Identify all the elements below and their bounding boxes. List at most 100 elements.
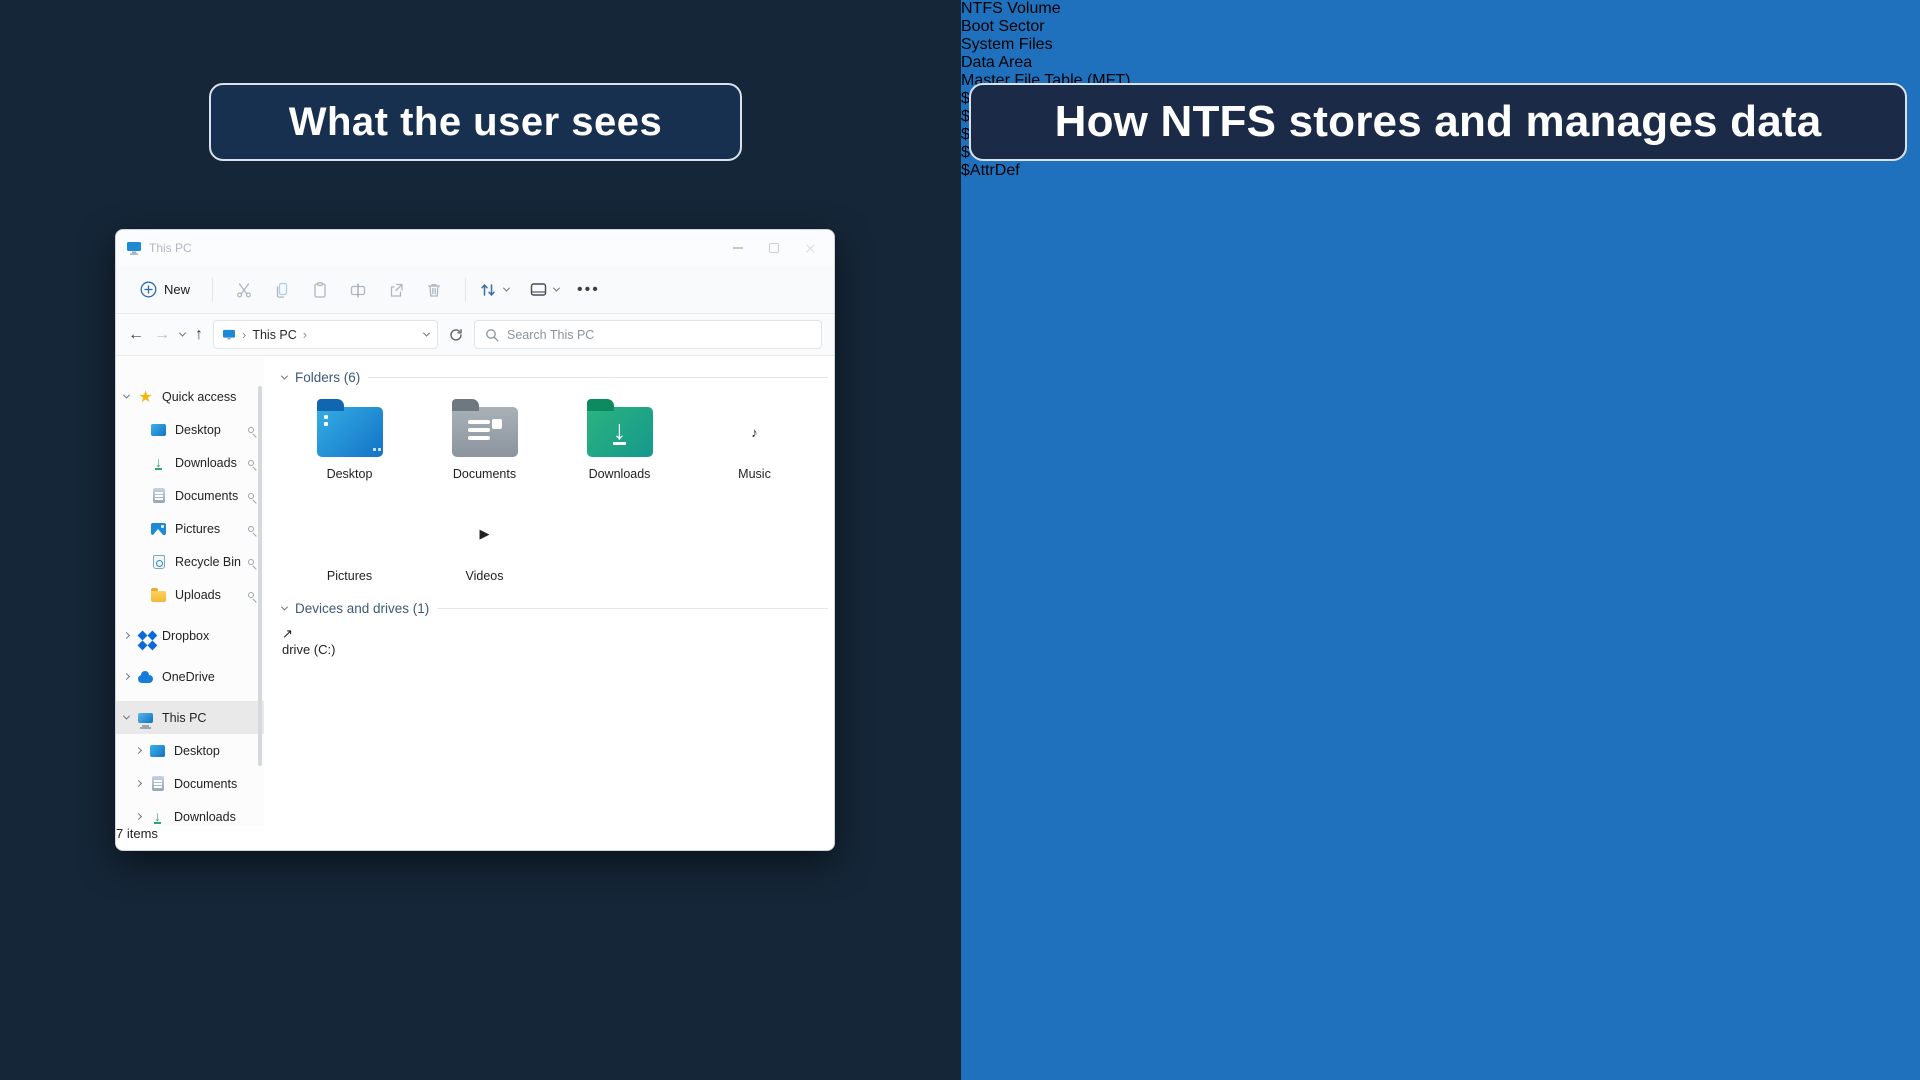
chevron-right-icon[interactable] xyxy=(135,780,142,787)
system-files-box: System Files xyxy=(961,36,1161,54)
view-button[interactable] xyxy=(529,281,559,298)
address-bar: ← → ↑ › This PC › xyxy=(116,314,834,356)
file-explorer-window: This PC New xyxy=(115,229,835,851)
this-pc-icon xyxy=(222,329,236,341)
up-icon[interactable]: ↑ xyxy=(195,327,203,343)
drives-group-label: Devices and drives (1) xyxy=(295,601,429,616)
search-input[interactable]: Search This PC xyxy=(474,320,822,349)
breadcrumb[interactable]: This PC xyxy=(252,328,296,342)
right-title-text: How NTFS stores and manages data xyxy=(1055,97,1822,147)
new-button[interactable]: New xyxy=(130,275,200,304)
sidebar-item-uploads[interactable]: Uploads xyxy=(116,578,264,611)
sidebar-item-pictures[interactable]: Pictures xyxy=(116,512,264,545)
pin-icon xyxy=(248,592,254,598)
downloads-icon: ↓ xyxy=(149,808,166,825)
chevron-right-icon[interactable] xyxy=(123,673,130,680)
recycle-bin-icon xyxy=(150,553,167,570)
folder-tile-desktop[interactable]: Desktop xyxy=(282,395,417,481)
sidebar-item-downloads[interactable]: ↓ Downloads xyxy=(116,446,264,479)
music-folder-icon: ♪ xyxy=(722,407,788,457)
breadcrumb-chevron: › xyxy=(242,327,246,342)
data-area-box: Data Area xyxy=(961,54,1159,72)
pictures-icon xyxy=(150,520,167,537)
drives-group-header[interactable]: Devices and drives (1) xyxy=(282,601,835,616)
chevron-down-icon[interactable] xyxy=(281,604,288,611)
sidebar-item-this-pc-documents[interactable]: Documents xyxy=(116,767,264,800)
right-panel: How NTFS stores and manages data NTFS Vo… xyxy=(961,0,1920,1080)
sidebar-item-this-pc-downloads[interactable]: ↓ Downloads xyxy=(116,800,264,833)
forward-icon[interactable]: → xyxy=(154,327,170,343)
right-title: How NTFS stores and manages data xyxy=(969,83,1907,161)
window-title: This PC xyxy=(149,241,192,255)
folder-tile-videos[interactable]: ▶ Videos xyxy=(417,497,552,583)
more-options-icon[interactable]: ••• xyxy=(577,281,600,299)
documents-icon xyxy=(149,775,166,792)
sort-icon xyxy=(478,281,498,299)
folder-tile-documents[interactable]: Documents xyxy=(417,395,552,481)
navigation-pane: ★ Quick access Desktop ↓ Downloads xyxy=(116,356,264,826)
folder-tile-downloads[interactable]: ↓ Downloads xyxy=(552,395,687,481)
sidebar-item-dropbox[interactable]: Dropbox xyxy=(116,619,264,652)
chevron-right-icon[interactable] xyxy=(135,813,142,820)
desktop-icon xyxy=(149,742,166,759)
boot-sector-box: Boot Sector xyxy=(961,18,1158,36)
drive-tile-c[interactable]: ↗ drive (C:) xyxy=(282,626,835,657)
paste-icon[interactable] xyxy=(301,281,339,299)
maximize-button[interactable] xyxy=(769,243,779,253)
sidebar-scrollbar[interactable] xyxy=(258,386,262,766)
command-toolbar: New xyxy=(116,266,834,314)
desktop-folder-icon xyxy=(317,407,383,457)
back-icon[interactable]: ← xyxy=(128,327,144,343)
rename-icon[interactable] xyxy=(339,281,377,299)
sidebar-item-this-pc-desktop[interactable]: Desktop xyxy=(116,734,264,767)
onedrive-icon xyxy=(137,668,154,685)
cut-icon[interactable] xyxy=(225,281,263,299)
sidebar-item-documents[interactable]: Documents xyxy=(116,479,264,512)
documents-icon xyxy=(150,487,167,504)
downloads-icon: ↓ xyxy=(150,454,167,471)
group-divider xyxy=(368,377,828,378)
chevron-down-icon[interactable] xyxy=(123,713,130,720)
plus-circle-icon xyxy=(140,281,157,298)
documents-folder-icon xyxy=(452,407,518,457)
folders-group-header[interactable]: Folders (6) xyxy=(282,370,835,385)
pin-icon xyxy=(248,460,254,466)
folder-tile-pictures[interactable]: Pictures xyxy=(282,497,417,583)
folder-icon xyxy=(150,586,167,603)
refresh-icon[interactable] xyxy=(448,327,464,343)
chevron-right-icon[interactable] xyxy=(135,747,142,754)
sidebar-item-onedrive[interactable]: OneDrive xyxy=(116,660,264,693)
share-icon[interactable] xyxy=(377,281,415,299)
copy-icon[interactable] xyxy=(263,281,301,299)
ntfs-volume-box: NTFS Volume xyxy=(961,0,1920,18)
folders-group-label: Folders (6) xyxy=(295,370,360,385)
chevron-right-icon[interactable] xyxy=(123,632,130,639)
folder-tile-music[interactable]: ♪ Music xyxy=(687,395,822,481)
minimize-button[interactable] xyxy=(733,247,743,249)
window-titlebar[interactable]: This PC xyxy=(116,230,834,266)
address-dropdown-icon[interactable] xyxy=(423,330,430,337)
shortcut-arrow-icon: ↗ xyxy=(282,626,835,642)
sidebar-item-recycle-bin[interactable]: Recycle Bin xyxy=(116,545,264,578)
chevron-down-icon[interactable] xyxy=(123,392,130,399)
dropbox-icon xyxy=(137,627,154,644)
pin-icon xyxy=(248,493,254,499)
address-input[interactable]: › This PC › xyxy=(213,320,438,349)
chevron-down-icon[interactable] xyxy=(281,373,288,380)
sort-button[interactable] xyxy=(478,281,509,299)
sidebar-item-quick-access[interactable]: ★ Quick access xyxy=(116,380,264,413)
recent-locations-icon[interactable] xyxy=(179,330,186,337)
infographic: What the user sees This PC xyxy=(0,0,1920,1080)
videos-folder-icon: ▶ xyxy=(452,509,518,559)
close-button[interactable] xyxy=(805,243,816,254)
sidebar-item-desktop[interactable]: Desktop xyxy=(116,413,264,446)
this-pc-icon xyxy=(137,709,154,726)
breadcrumb-chevron: › xyxy=(303,327,307,342)
chevron-down-icon xyxy=(553,285,560,292)
group-divider xyxy=(437,608,828,609)
sidebar-item-this-pc[interactable]: This PC xyxy=(116,701,264,734)
attrdef-metafile-box: $AttrDef xyxy=(961,162,1080,180)
downloads-folder-icon: ↓ xyxy=(587,407,653,457)
view-icon xyxy=(529,281,548,298)
delete-icon[interactable] xyxy=(415,281,453,299)
